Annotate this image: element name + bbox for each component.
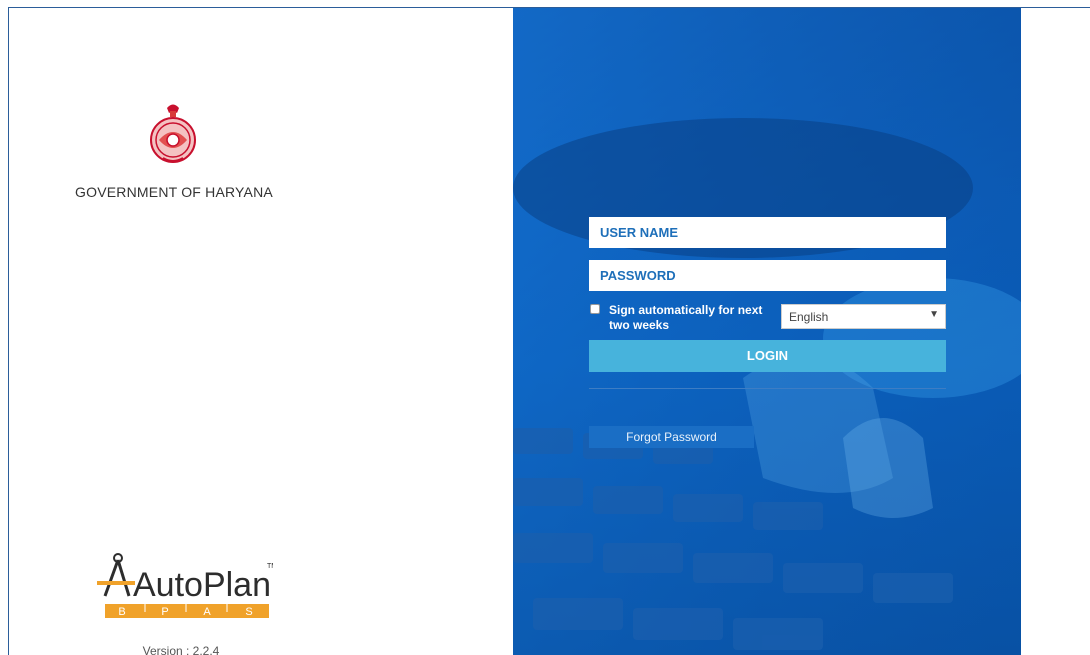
language-select[interactable]: English ▼ — [781, 304, 946, 329]
haryana-emblem-icon — [150, 104, 196, 163]
brand-letter-s: S — [245, 606, 252, 618]
remember-me-checkbox[interactable] — [590, 304, 600, 314]
login-button[interactable]: LOGIN — [589, 340, 946, 372]
brand-trademark: TM — [267, 563, 273, 570]
login-panel: Sign automatically for next two weeks En… — [513, 8, 1021, 655]
government-title: GOVERNMENT OF HARYANA — [75, 184, 273, 200]
username-input[interactable] — [589, 217, 946, 248]
left-panel: GOVERNMENT OF HARYANA AutoPlan TM B P A … — [9, 8, 513, 655]
brand-letter-b: B — [118, 606, 125, 618]
forgot-password-link[interactable]: Forgot Password — [589, 426, 754, 448]
chevron-down-icon: ▼ — [929, 309, 939, 320]
version-label: Version : 2.2.4 — [142, 644, 220, 655]
brand-name: AutoPlan — [133, 566, 271, 604]
brand-letter-a: A — [203, 606, 211, 618]
divider — [589, 388, 946, 389]
autoplan-logo: AutoPlan TM B P A S — [97, 553, 273, 618]
language-value: English — [789, 310, 829, 324]
remember-me-label: Sign automatically for next two weeks — [609, 303, 763, 332]
brand-letter-p: P — [161, 606, 168, 618]
password-input[interactable] — [589, 260, 946, 291]
